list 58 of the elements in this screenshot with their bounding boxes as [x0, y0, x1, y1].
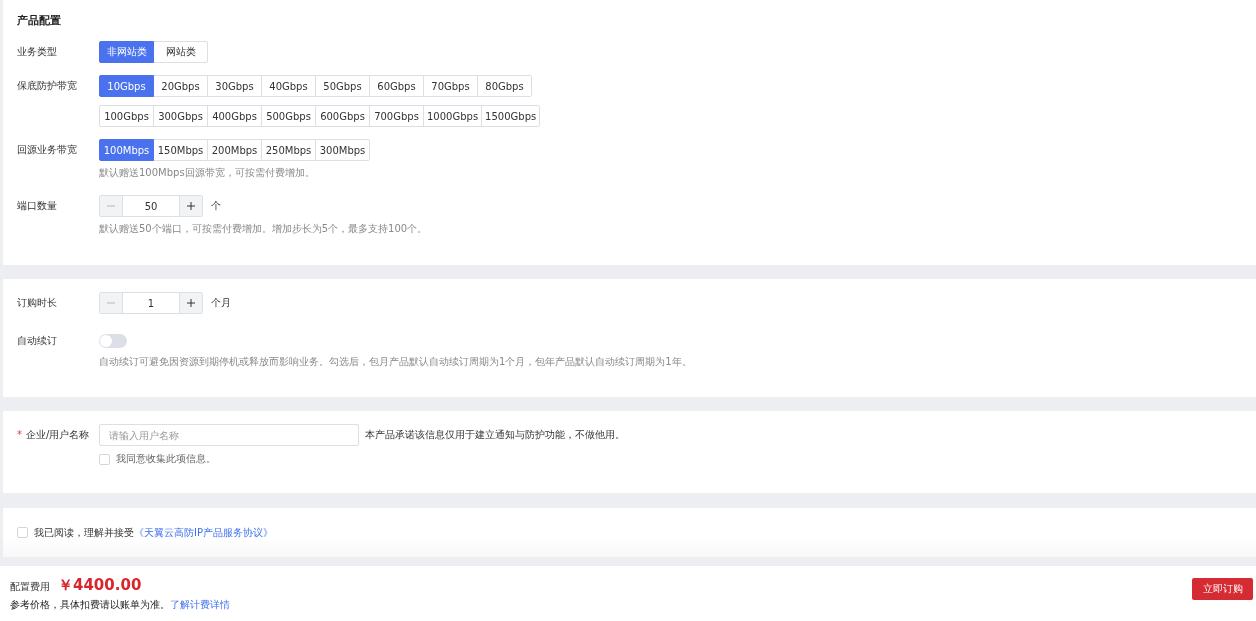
option-button[interactable]: 50Gbps — [315, 75, 370, 97]
option-button[interactable]: 10Gbps — [99, 75, 154, 97]
increment-button[interactable] — [180, 293, 202, 313]
option-button[interactable]: 300Gbps — [153, 105, 208, 127]
price-note: 参考价格，具体扣费请以账单为准。 — [10, 597, 170, 612]
field-label: 回源业务带宽 — [17, 143, 77, 157]
option-button[interactable]: 100Mbps — [99, 139, 154, 161]
decrement-button[interactable] — [100, 293, 122, 313]
option-button[interactable]: 30Gbps — [207, 75, 262, 97]
option-button[interactable]: 网站类 — [153, 41, 208, 63]
option-button[interactable]: 500Gbps — [261, 105, 316, 127]
option-button[interactable]: 1500Gbps — [481, 105, 541, 127]
option-button[interactable]: 非网站类 — [99, 41, 154, 63]
option-button[interactable]: 600Gbps — [315, 105, 370, 127]
option-button[interactable]: 60Gbps — [369, 75, 424, 97]
notice-text: 本产品承诺该信息仅用于建立通知与防护功能，不做他用。 — [365, 428, 625, 442]
option-button[interactable]: 80Gbps — [477, 75, 532, 97]
option-button[interactable]: 1000Gbps — [423, 105, 483, 127]
agreement-text: 我已阅读，理解并接受 — [34, 525, 134, 540]
hint-text: 自动续订可避免因资源到期停机或释放而影响业务。勾选后，包月产品默认自动续订周期为1个月，包年产品默认自动续订周期为1年。 — [99, 356, 692, 368]
option-button[interactable]: 40Gbps — [261, 75, 316, 97]
name-input-field[interactable]: 请输入用户名称 — [99, 424, 359, 446]
section-title: 产品配置 — [17, 13, 62, 29]
price-value: ￥4400.00 — [58, 575, 142, 595]
option-button[interactable]: 400Gbps — [207, 105, 262, 127]
decrement-button[interactable] — [100, 196, 122, 216]
field-label: 企业/用户名称 — [26, 428, 90, 442]
increment-button[interactable] — [180, 196, 202, 216]
field-label: 端口数量 — [17, 199, 57, 213]
option-button[interactable]: 20Gbps — [153, 75, 208, 97]
field-label: 保底防护带宽 — [17, 79, 77, 93]
unit-label: 个 — [211, 199, 221, 213]
number-stepper[interactable]: 1 — [99, 292, 203, 314]
price-label: 配置费用 — [10, 579, 50, 594]
option-button[interactable]: 200Mbps — [207, 139, 262, 161]
number-stepper[interactable]: 50 — [99, 195, 203, 217]
plus-icon — [186, 201, 196, 211]
option-button[interactable]: 150Mbps — [153, 139, 208, 161]
option-button[interactable]: 100Gbps — [99, 105, 154, 127]
field-label: 订购时长 — [17, 296, 57, 310]
consent-label: 我同意收集此项信息。 — [116, 452, 216, 466]
option-button[interactable]: 300Mbps — [315, 139, 370, 161]
agreement-link[interactable]: 《天翼云高防IP产品服务协议》 — [134, 525, 273, 540]
unit-label: 个月 — [211, 296, 231, 310]
option-button[interactable]: 700Gbps — [369, 105, 424, 127]
toggle-switch[interactable] — [99, 334, 127, 348]
option-button[interactable]: 250Mbps — [261, 139, 316, 161]
option-button[interactable]: 70Gbps — [423, 75, 478, 97]
order-button[interactable]: 立即订购 — [1192, 577, 1253, 600]
plus-icon — [186, 298, 196, 308]
hint-text: 默认赠送100Mbps回源带宽，可按需付费增加。 — [99, 167, 315, 179]
checkbox[interactable] — [99, 453, 110, 465]
hint-text: 默认赠送50个端口，可按需付费增加。增加步长为5个，最多支持100个。 — [99, 223, 428, 235]
billing-details-link[interactable]: 了解计费详情 — [170, 597, 230, 612]
field-label: 自动续订 — [17, 334, 57, 348]
checkbox[interactable] — [17, 527, 28, 538]
required-mark: * — [17, 428, 22, 442]
field-label: 业务类型 — [17, 45, 57, 59]
